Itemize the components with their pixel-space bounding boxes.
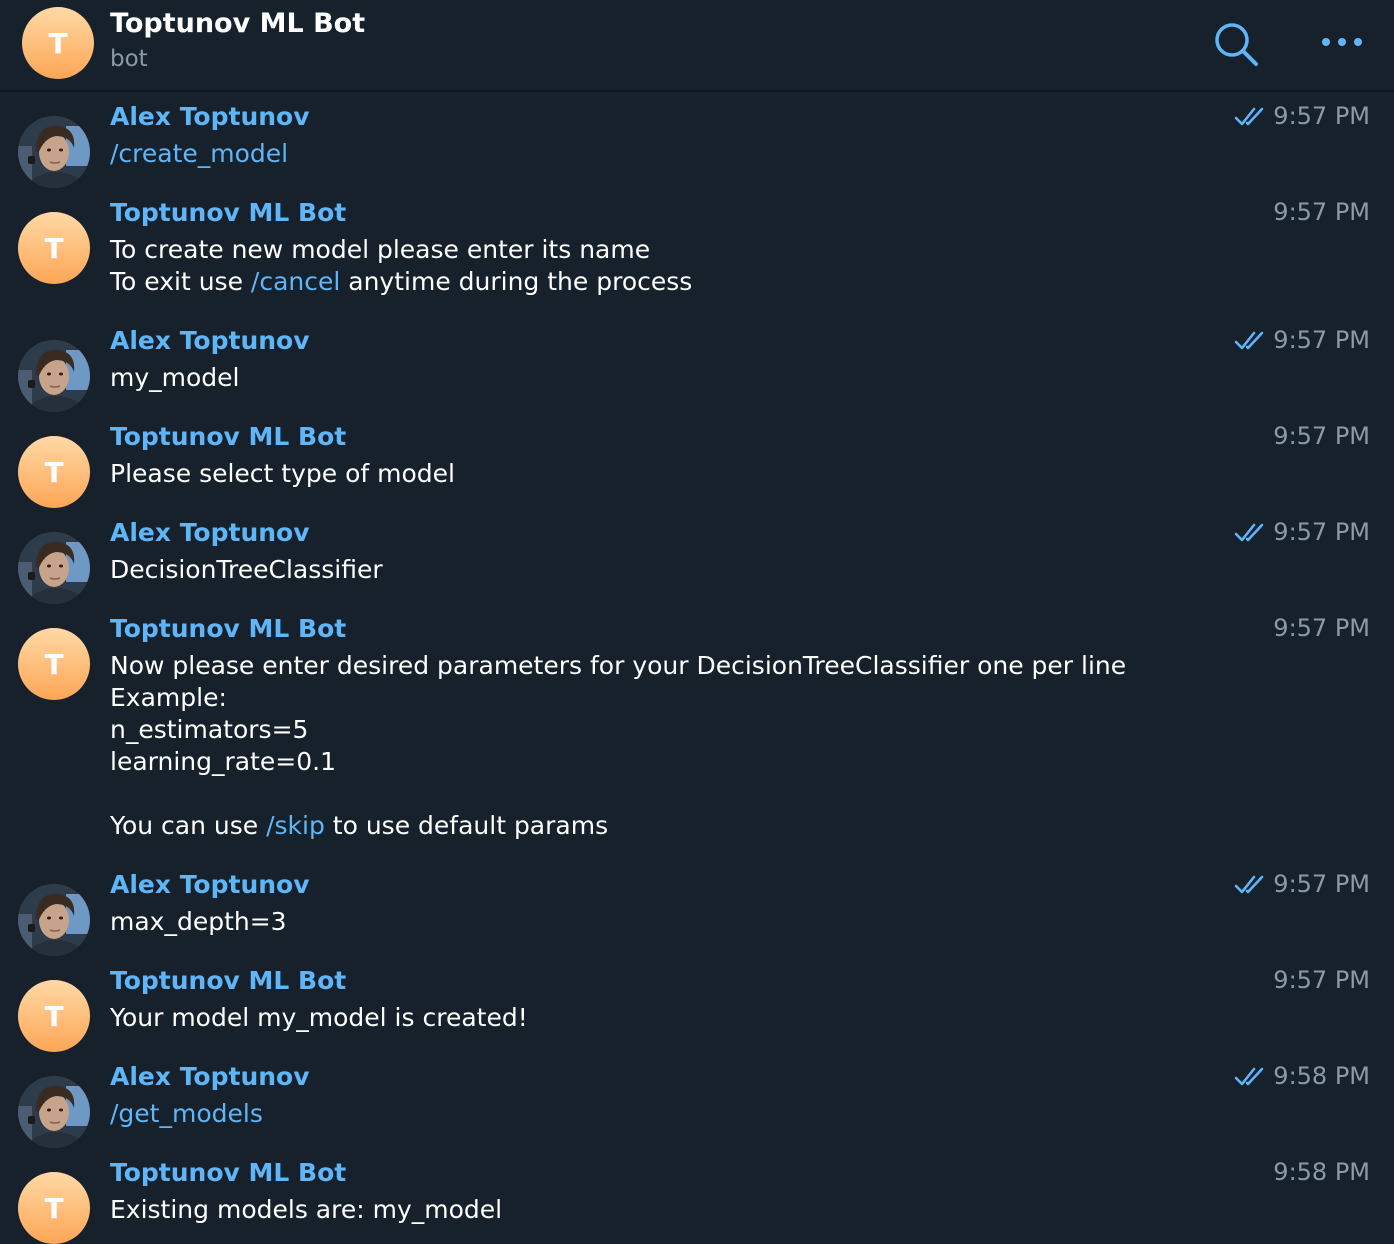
message-text-segment: To exit use — [110, 267, 251, 296]
message-time: 9:57 PM — [1273, 326, 1370, 354]
double-check-icon — [1234, 107, 1264, 126]
bot-avatar[interactable]: T — [18, 1172, 90, 1244]
message-text: Your model my_model is created! — [110, 1002, 528, 1034]
message-text-segment: Existing models are: my_model — [110, 1195, 503, 1224]
message-sender[interactable]: Toptunov ML Bot — [110, 614, 346, 643]
message-text-segment: learning_rate=0.1 — [110, 747, 336, 776]
message-text-segment: max_depth=3 — [110, 907, 287, 936]
message-text: my_model — [110, 362, 240, 394]
message-time: 9:57 PM — [1273, 966, 1370, 994]
bot-command-link[interactable]: /create_model — [110, 139, 288, 168]
double-check-icon — [1234, 523, 1264, 542]
chat-status: bot — [110, 46, 148, 72]
more-horizontal-icon[interactable] — [1318, 28, 1366, 56]
bot-avatar[interactable]: T — [18, 436, 90, 508]
avatar-letter: T — [44, 1191, 64, 1225]
double-check-icon — [1234, 875, 1264, 894]
message-sender[interactable]: Alex Toptunov — [110, 326, 310, 355]
message-text: To create new model please enter its nam… — [110, 234, 692, 298]
bot-avatar[interactable]: T — [18, 980, 90, 1052]
avatar-letter: T — [44, 647, 64, 681]
message-text-segment: Your model my_model is created! — [110, 1003, 528, 1032]
user-avatar[interactable] — [18, 884, 90, 956]
double-check-icon — [1234, 1067, 1264, 1086]
double-check-icon — [1234, 331, 1264, 350]
message-sender[interactable]: Toptunov ML Bot — [110, 198, 346, 227]
message-time: 9:58 PM — [1273, 1062, 1370, 1090]
avatar-letter: T — [44, 455, 64, 489]
bot-avatar[interactable]: T — [18, 628, 90, 700]
bot-avatar[interactable]: T — [22, 7, 94, 79]
search-icon[interactable] — [1212, 20, 1260, 68]
avatar-letter: T — [44, 999, 64, 1033]
message-time: 9:57 PM — [1273, 870, 1370, 898]
message-text-segment: You can use — [110, 811, 267, 840]
message-text: DecisionTreeClassifier — [110, 554, 383, 586]
message-sender[interactable]: Alex Toptunov — [110, 1062, 310, 1091]
message-sender[interactable]: Toptunov ML Bot — [110, 966, 346, 995]
message-sender[interactable]: Alex Toptunov — [110, 102, 310, 131]
message-time: 9:57 PM — [1273, 614, 1370, 642]
chat-title[interactable]: Toptunov ML Bot — [110, 8, 365, 39]
avatar-letter: T — [48, 26, 68, 60]
message-text-segment: to use default params — [324, 811, 609, 840]
user-avatar[interactable] — [18, 1076, 90, 1148]
message-time: 9:57 PM — [1273, 198, 1370, 226]
message-text: /get_models — [110, 1098, 263, 1130]
chat-header: T Toptunov ML Bot bot — [0, 0, 1394, 92]
bot-avatar[interactable]: T — [18, 212, 90, 284]
avatar-letter: T — [44, 231, 64, 265]
message-text-segment: DecisionTreeClassifier — [110, 555, 383, 584]
bot-command-link[interactable]: /skip — [266, 811, 325, 840]
message-time: 9:57 PM — [1273, 102, 1370, 130]
message-sender[interactable]: Toptunov ML Bot — [110, 1158, 346, 1187]
message-text-segment: my_model — [110, 363, 240, 392]
message-text-segment: Example: — [110, 683, 227, 712]
message-time: 9:57 PM — [1273, 518, 1370, 546]
message-sender[interactable]: Toptunov ML Bot — [110, 422, 346, 451]
message-text: /create_model — [110, 138, 288, 170]
message-text: max_depth=3 — [110, 906, 287, 938]
message-text-segment: To create new model please enter its nam… — [110, 235, 651, 264]
message-text: Existing models are: my_model — [110, 1194, 502, 1226]
user-avatar[interactable] — [18, 532, 90, 604]
message-sender[interactable]: Alex Toptunov — [110, 518, 310, 547]
bot-command-link[interactable]: /get_models — [110, 1099, 263, 1128]
message-text: Please select type of model — [110, 458, 455, 490]
user-avatar[interactable] — [18, 116, 90, 188]
message-sender[interactable]: Alex Toptunov — [110, 870, 310, 899]
user-avatar[interactable] — [18, 340, 90, 412]
message-time: 9:58 PM — [1273, 1158, 1370, 1186]
message-text-segment: Now please enter desired parameters for … — [110, 651, 1127, 680]
message-text-segment: Please select type of model — [110, 459, 455, 488]
message-time: 9:57 PM — [1273, 422, 1370, 450]
message-text-segment: anytime during the process — [340, 267, 693, 296]
bot-command-link[interactable]: /cancel — [251, 267, 340, 296]
message-text: Now please enter desired parameters for … — [110, 650, 1126, 842]
message-text-segment: n_estimators=5 — [110, 715, 309, 744]
